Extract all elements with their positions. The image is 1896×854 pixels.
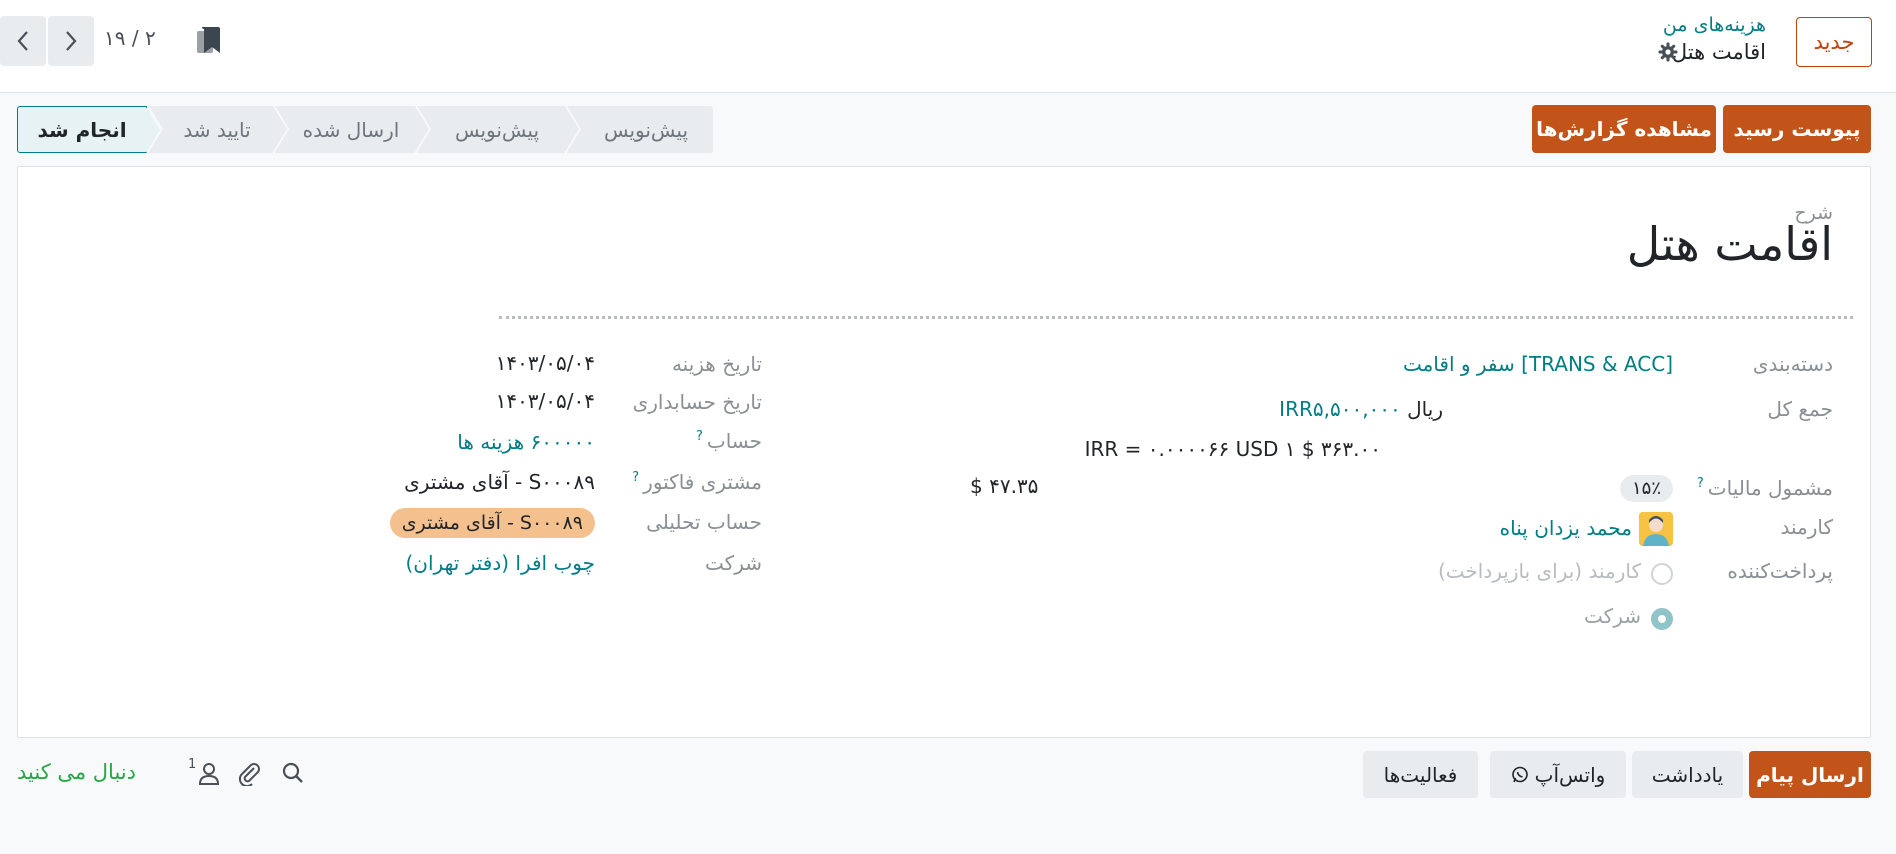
customer-label-text: مشتری فاکتور	[643, 470, 762, 494]
breadcrumb-parent[interactable]: هزینه‌های من	[1663, 14, 1766, 36]
whatsapp-icon	[1511, 766, 1528, 782]
company-label: شرکت	[705, 551, 762, 575]
customer-field[interactable]: S۰۰۰۸۹ - آقای مشتری	[404, 470, 595, 494]
description-input[interactable]: اقامت هتل	[1627, 217, 1833, 271]
tax-amount: $ ۴۷.۳۵	[970, 474, 1039, 498]
stage-submitted[interactable]: ارسال شده	[275, 106, 429, 153]
expense-date-field[interactable]: ۱۴۰۳/۰۵/۰۴	[496, 351, 595, 375]
log-note-button[interactable]: یادداشت	[1632, 751, 1743, 798]
paid-by-employee-radio[interactable]	[1651, 563, 1673, 585]
stage-label: پیش‌نویس	[454, 117, 540, 142]
total-label: جمع کل	[1767, 397, 1833, 421]
employee-field[interactable]: محمد یزدان پناه	[1500, 516, 1632, 540]
pager-next-button[interactable]	[48, 16, 94, 66]
chevron-right-icon	[66, 31, 77, 51]
category-label: دسته‌بندی	[1752, 352, 1833, 376]
tax-label-text: مشمول مالیات	[1707, 476, 1833, 500]
account-label: حساب?	[696, 429, 762, 453]
stage-label: تایید شد	[183, 117, 251, 142]
view-reports-button[interactable]: مشاهده گزارش‌ها	[1532, 105, 1716, 153]
send-message-button[interactable]: ارسال پیام	[1749, 751, 1871, 798]
new-button[interactable]: جدید	[1796, 17, 1872, 67]
analytic-label: حساب تحلیلی	[646, 510, 762, 534]
company-field[interactable]: چوب افرا (دفتر تهران)	[405, 551, 595, 575]
attach-receipt-button[interactable]: پیوست رسید	[1723, 105, 1871, 153]
paid-by-label: پرداخت‌کننده	[1727, 559, 1833, 583]
stage-done[interactable]: انجام شد	[17, 106, 160, 153]
whatsapp-button[interactable]: واتس‌آپ	[1490, 751, 1626, 798]
category-field[interactable]: [TRANS & ACC] سفر و اقامت	[1403, 352, 1673, 376]
paid-by-company-radio[interactable]	[1651, 608, 1673, 630]
search-icon[interactable]	[280, 760, 306, 786]
whatsapp-label: واتس‌آپ	[1534, 762, 1606, 787]
tax-label: مشمول مالیات?	[1697, 476, 1833, 500]
total-amount: IRR۵,۵۰۰,۰۰۰	[1279, 397, 1401, 421]
paid-by-company-label[interactable]: شرکت	[1584, 604, 1641, 628]
tax-badge[interactable]: ۱۵٪	[1619, 475, 1673, 502]
activities-button[interactable]: فعالیت‌ها	[1363, 751, 1478, 798]
stage-label: پیش‌نویس	[603, 117, 689, 142]
accounting-date-field[interactable]: ۱۴۰۳/۰۵/۰۴	[496, 389, 595, 413]
control-panel: ۲ / ۱۹ جدید هزینه‌های من اقامت هتل	[0, 0, 1896, 93]
user-icon[interactable]	[196, 760, 222, 786]
status-bar: انجام شد تایید شد ارسال شده پیش‌نویس پیش…	[17, 106, 713, 153]
help-icon[interactable]: ?	[632, 470, 639, 485]
stage-label: ارسال شده	[302, 117, 400, 142]
customer-label: مشتری فاکتور?	[632, 470, 762, 494]
follower-count: 1	[188, 757, 197, 772]
total-field[interactable]: ریال IRR۵,۵۰۰,۰۰۰	[1279, 397, 1443, 421]
analytic-tag[interactable]: S۰۰۰۸۹ - آقای مشتری	[389, 508, 595, 538]
stage-approved[interactable]: تایید شد	[149, 106, 287, 153]
gear-icon[interactable]	[1658, 42, 1678, 62]
help-icon[interactable]: ?	[1697, 476, 1704, 491]
currency-conversion: IRR = ۰.۰۰۰۰۶۶ USD ۱ $ ۳۶۳.۰۰	[1084, 437, 1381, 461]
accounting-date-label: تاریخ حسابداری	[632, 390, 762, 414]
stage-label: انجام شد	[37, 117, 127, 142]
stage-draft-1[interactable]: پیش‌نویس	[567, 106, 713, 153]
pager-value[interactable]: ۲ / ۱۹	[104, 26, 156, 50]
paperclip-icon[interactable]	[236, 760, 262, 786]
total-currency-name: ریال	[1407, 397, 1443, 421]
employee-label: کارمند	[1780, 515, 1833, 539]
account-field[interactable]: ۶۰۰۰۰۰ هزینه ها	[457, 430, 595, 454]
paid-by-employee-label[interactable]: کارمند (برای بازپرداخت)	[1438, 559, 1641, 583]
expense-date-label: تاریخ هزینه	[671, 352, 762, 376]
form-sheet: شرح اقامت هتل دسته‌بندی [TRANS & ACC] سف…	[17, 166, 1871, 738]
user-avatar-icon	[1639, 512, 1673, 546]
chevron-left-icon	[17, 31, 28, 51]
bookmark-icon[interactable]	[196, 26, 222, 56]
avatar	[1639, 512, 1673, 546]
breadcrumb-current: اقامت هتل	[1671, 40, 1766, 64]
stage-draft-2[interactable]: پیش‌نویس	[417, 106, 579, 153]
pager-previous-button[interactable]	[0, 16, 46, 66]
title-underline	[499, 316, 1853, 319]
following-button[interactable]: دنبال می کنید	[17, 760, 136, 784]
help-icon[interactable]: ?	[696, 429, 703, 444]
account-label-text: حساب	[706, 429, 762, 453]
